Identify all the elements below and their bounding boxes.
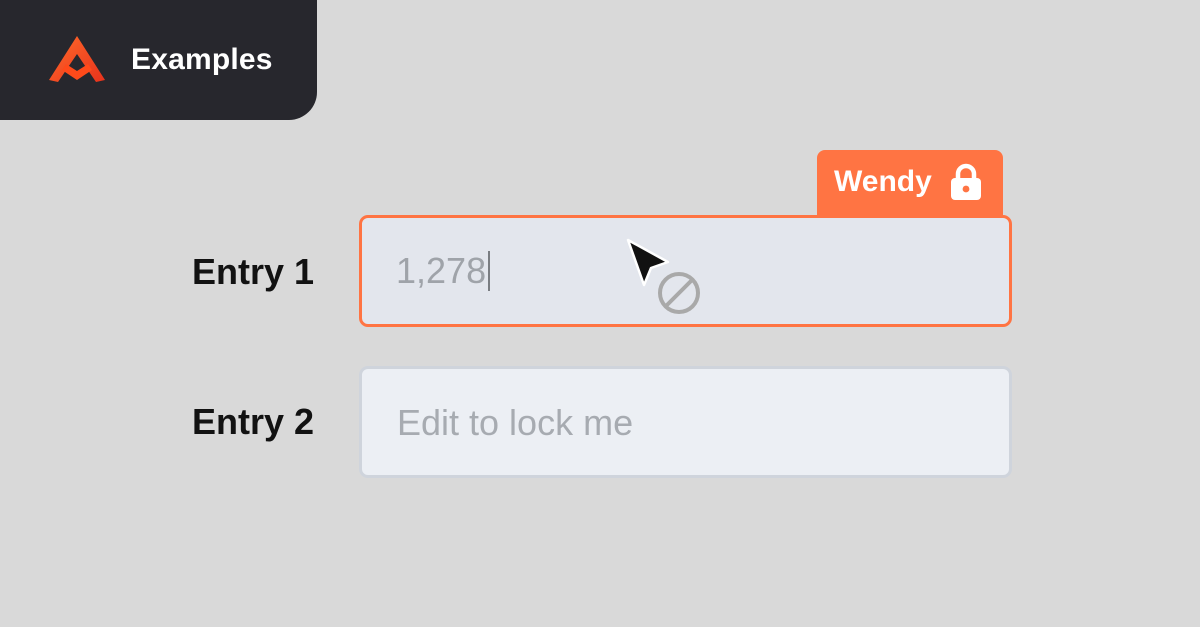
entry-2-input[interactable]: Edit to lock me <box>359 366 1012 478</box>
lock-owner-name: Wendy <box>834 165 932 198</box>
brand-label: Examples <box>131 43 273 76</box>
entry-1-value-wrap: 1,278 <box>396 250 491 291</box>
lock-icon <box>951 163 981 200</box>
entry-2-placeholder: Edit to lock me <box>397 402 634 443</box>
text-caret <box>488 251 491 291</box>
entry-1-label: Entry 1 <box>192 251 315 292</box>
brand-logo-icon <box>49 36 105 82</box>
brand-tab: Examples <box>0 0 317 120</box>
lock-badge: Wendy <box>817 150 1003 216</box>
entry-2-label: Entry 2 <box>192 401 315 442</box>
entry-1-value: 1,278 <box>396 250 487 291</box>
not-allowed-cursor-icon <box>626 238 700 314</box>
